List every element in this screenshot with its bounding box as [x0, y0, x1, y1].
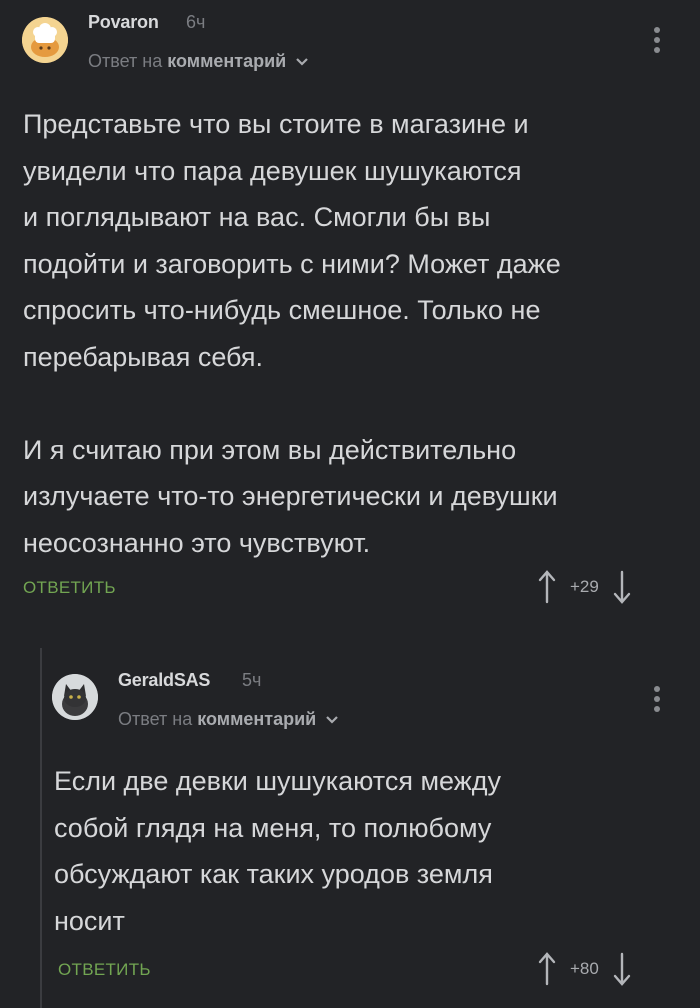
- comment-time: 5ч: [242, 670, 262, 690]
- avatar[interactable]: [52, 674, 98, 720]
- vote-controls: +29: [538, 570, 631, 604]
- comment-time: 6ч: [186, 12, 206, 32]
- more-options-icon[interactable]: [654, 686, 662, 712]
- username[interactable]: GeraldSAS: [118, 670, 210, 691]
- downvote-arrow-icon[interactable]: [613, 570, 631, 604]
- reply-to-link[interactable]: Ответ на комментарий: [88, 51, 309, 72]
- reply-button[interactable]: ОТВЕТИТЬ: [58, 960, 151, 980]
- comment-body: Представьте что вы стоите в магазине и у…: [23, 109, 561, 558]
- more-options-icon[interactable]: [654, 27, 662, 53]
- reply-to-link[interactable]: Ответ на комментарий: [118, 709, 339, 730]
- reply-target: комментарий: [167, 51, 287, 71]
- username[interactable]: Povaron: [88, 12, 159, 33]
- reply-button[interactable]: ОТВЕТИТЬ: [23, 578, 116, 598]
- upvote-arrow-icon[interactable]: [538, 570, 556, 604]
- reply-prefix: Ответ на: [118, 709, 193, 729]
- vote-controls: +80: [538, 952, 631, 986]
- comment-povaron: Povaron 6ч Ответ на комментарий Представ…: [0, 0, 700, 620]
- cat-avatar-icon: [52, 674, 98, 720]
- upvote-arrow-icon[interactable]: [538, 952, 556, 986]
- rating-value: +29: [570, 577, 599, 596]
- chevron-down-icon: [326, 716, 339, 724]
- reply-target: комментарий: [197, 709, 317, 729]
- rating-value: +80: [570, 959, 599, 978]
- chef-hat-avatar-icon: [22, 17, 68, 63]
- avatar[interactable]: [22, 17, 68, 63]
- reply-prefix: Ответ на: [88, 51, 163, 71]
- downvote-arrow-icon[interactable]: [613, 952, 631, 986]
- comment-body: Если две девки шушукаются между собой гл…: [54, 766, 502, 936]
- comment-geraldsas: GeraldSAS 5ч Ответ на комментарий Если д…: [42, 648, 700, 1008]
- chevron-down-icon: [296, 58, 309, 66]
